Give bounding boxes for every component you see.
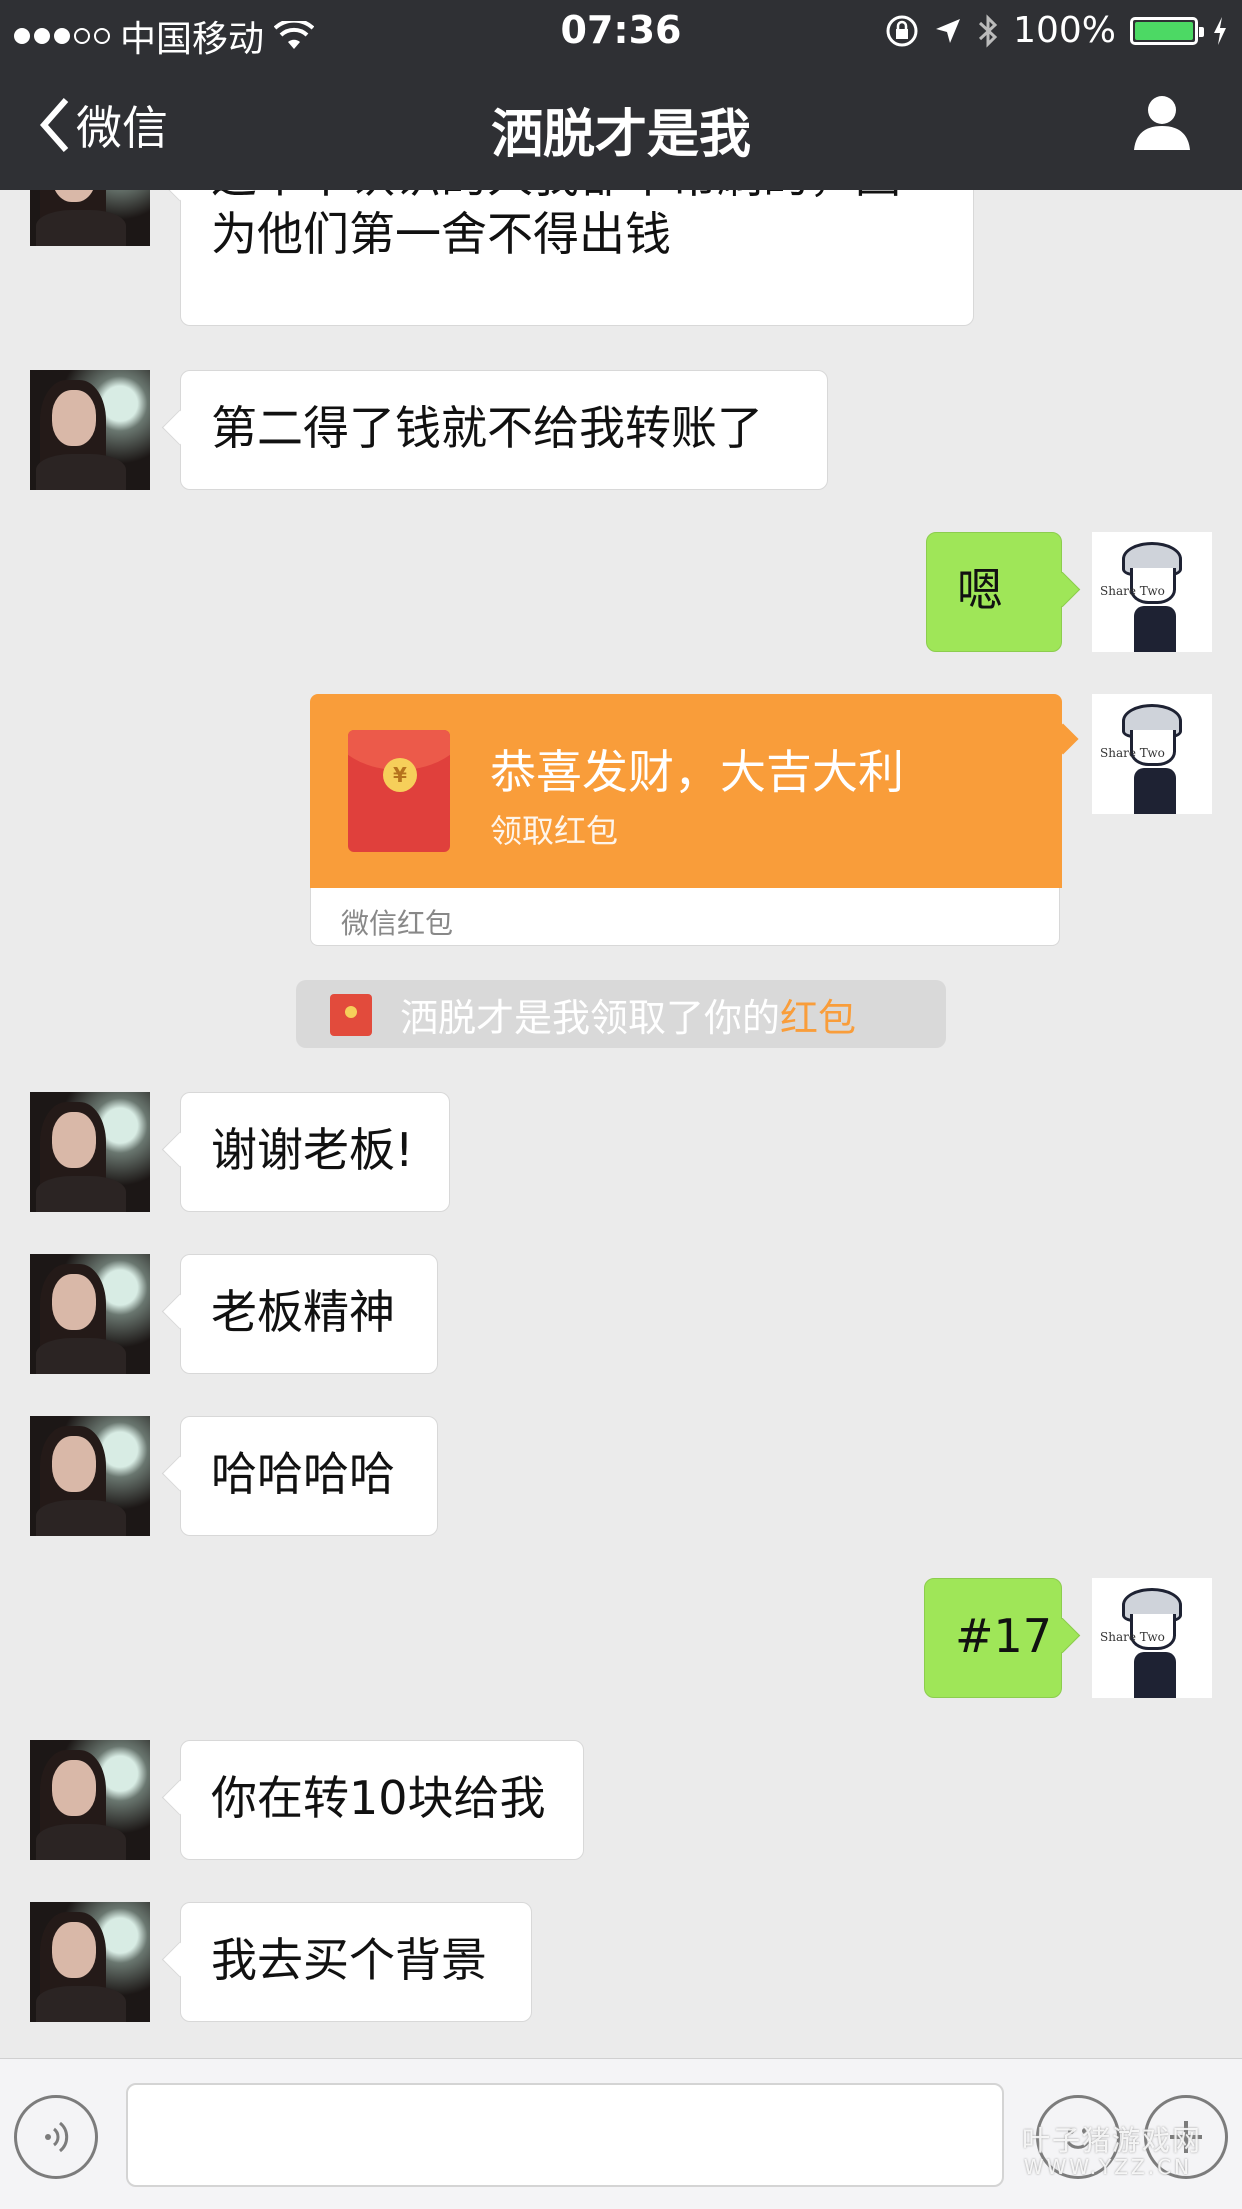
input-toolbar: 叶子猪游戏网 WWW.YZZ.CN xyxy=(0,2058,1242,2209)
chat-title: 洒脱才是我 xyxy=(490,105,751,165)
message-input[interactable] xyxy=(126,2083,1004,2187)
charging-icon xyxy=(1214,16,1226,45)
received-message[interactable]: 我去买个背景 xyxy=(180,1902,532,2022)
my-avatar[interactable]: Share Two xyxy=(1092,694,1212,814)
status-right: 100% xyxy=(885,10,1228,51)
battery-icon xyxy=(1130,16,1204,45)
received-message[interactable]: 哈哈哈哈 xyxy=(180,1416,438,1536)
contact-avatar[interactable] xyxy=(30,370,150,490)
red-envelope-icon: ¥ xyxy=(348,730,450,852)
sent-message[interactable]: 嗯 xyxy=(926,532,1062,652)
received-message[interactable]: 老板精神 xyxy=(180,1254,438,1374)
contact-avatar[interactable] xyxy=(30,1416,150,1536)
my-avatar[interactable]: Share Two xyxy=(1092,532,1212,652)
contact-avatar[interactable] xyxy=(30,190,150,246)
status-bar: 中国移动 07:36 100% xyxy=(0,0,1242,62)
nav-bar: 微信 洒脱才是我 xyxy=(0,62,1242,190)
top-bar: 中国移动 07:36 100% 微信 洒脱才是我 xyxy=(0,0,1242,190)
system-notice: 洒脱才是我领取了你的 红包 xyxy=(296,980,946,1048)
location-icon xyxy=(936,18,961,43)
red-packet-title: 恭喜发财，大吉大利 xyxy=(490,745,904,799)
contact-info-button[interactable] xyxy=(1132,92,1192,156)
bluetooth-icon xyxy=(979,13,998,48)
red-packet-message[interactable]: ¥ 恭喜发财，大吉大利 领取红包 微信红包 xyxy=(310,694,1062,946)
received-message[interactable]: 你在转10块给我 xyxy=(180,1740,584,1860)
red-packet-subtitle: 领取红包 xyxy=(490,812,619,850)
message-list[interactable]: 这个不认识的人我都不帮刷的，因为他们第一舍不得出钱 第二得了钱就不给我转账了 S… xyxy=(0,190,1242,2058)
battery-percent: 100% xyxy=(1013,10,1116,51)
contact-avatar[interactable] xyxy=(30,1092,150,1212)
red-packet-body: ¥ 恭喜发财，大吉大利 领取红包 xyxy=(310,694,1062,888)
system-notice-text: 洒脱才是我领取了你的 xyxy=(400,995,781,1040)
battery-level xyxy=(1135,21,1193,40)
contact-avatar[interactable] xyxy=(30,1902,150,2022)
contact-avatar[interactable] xyxy=(30,1740,150,1860)
red-packet-small-icon xyxy=(330,994,372,1036)
person-icon xyxy=(1134,96,1190,150)
voice-icon xyxy=(45,2121,69,2153)
my-avatar[interactable]: Share Two xyxy=(1092,1578,1212,1698)
received-message[interactable]: 谢谢老板! xyxy=(180,1092,450,1212)
watermark-text: 叶子猪游戏网 xyxy=(1021,2124,1202,2157)
received-message[interactable]: 这个不认识的人我都不帮刷的，因为他们第一舍不得出钱 xyxy=(180,190,974,326)
voice-button[interactable] xyxy=(14,2095,98,2179)
red-packet-link[interactable]: 红包 xyxy=(780,987,856,1042)
received-message[interactable]: 第二得了钱就不给我转账了 xyxy=(180,370,828,490)
sent-message[interactable]: #17 xyxy=(924,1578,1062,1698)
rotation-lock-icon xyxy=(886,15,918,46)
red-packet-footer: 微信红包 xyxy=(310,888,1060,946)
watermark-url: WWW.YZZ.CN xyxy=(1023,2155,1192,2179)
contact-avatar[interactable] xyxy=(30,1254,150,1374)
